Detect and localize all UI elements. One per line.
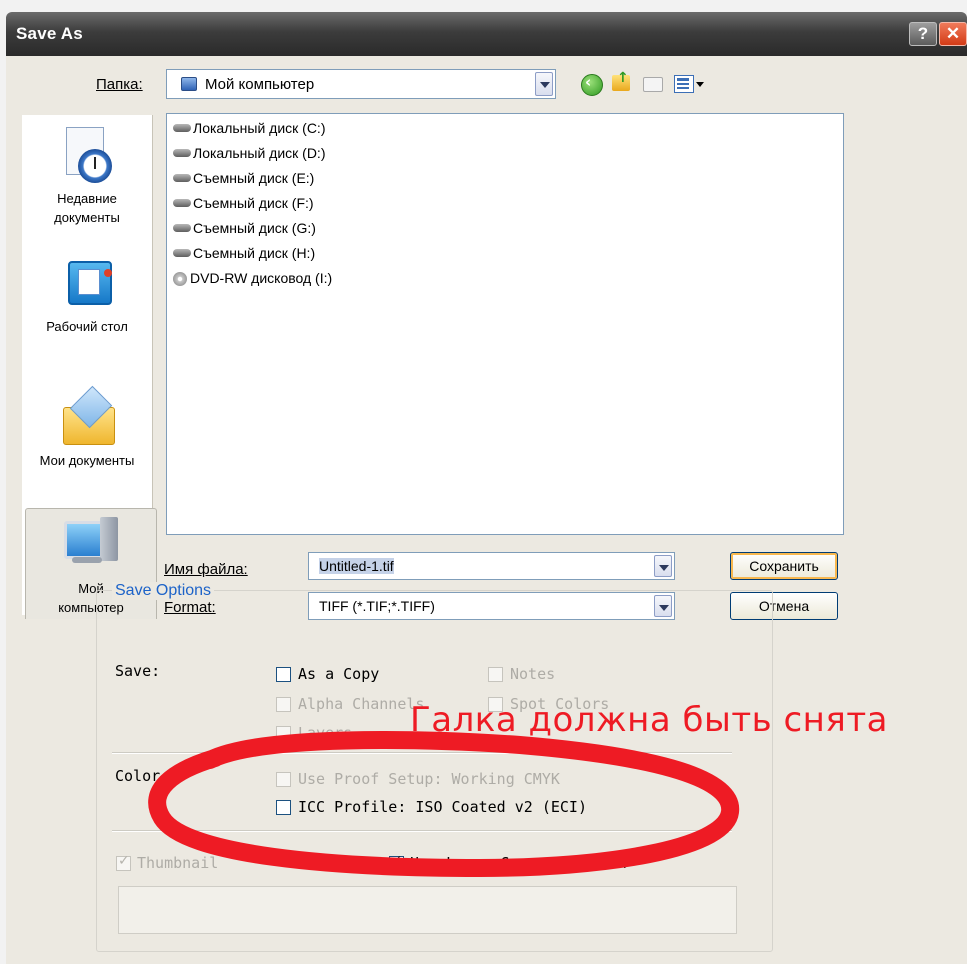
annotation-text: Галка должна быть снята [410, 700, 889, 740]
save-as-dialog-screenshot: Save As ? ✕ Папка: Мой компьютер ‹ ↑ Нед… [0, 0, 967, 964]
red-circle-annotation [148, 731, 740, 878]
